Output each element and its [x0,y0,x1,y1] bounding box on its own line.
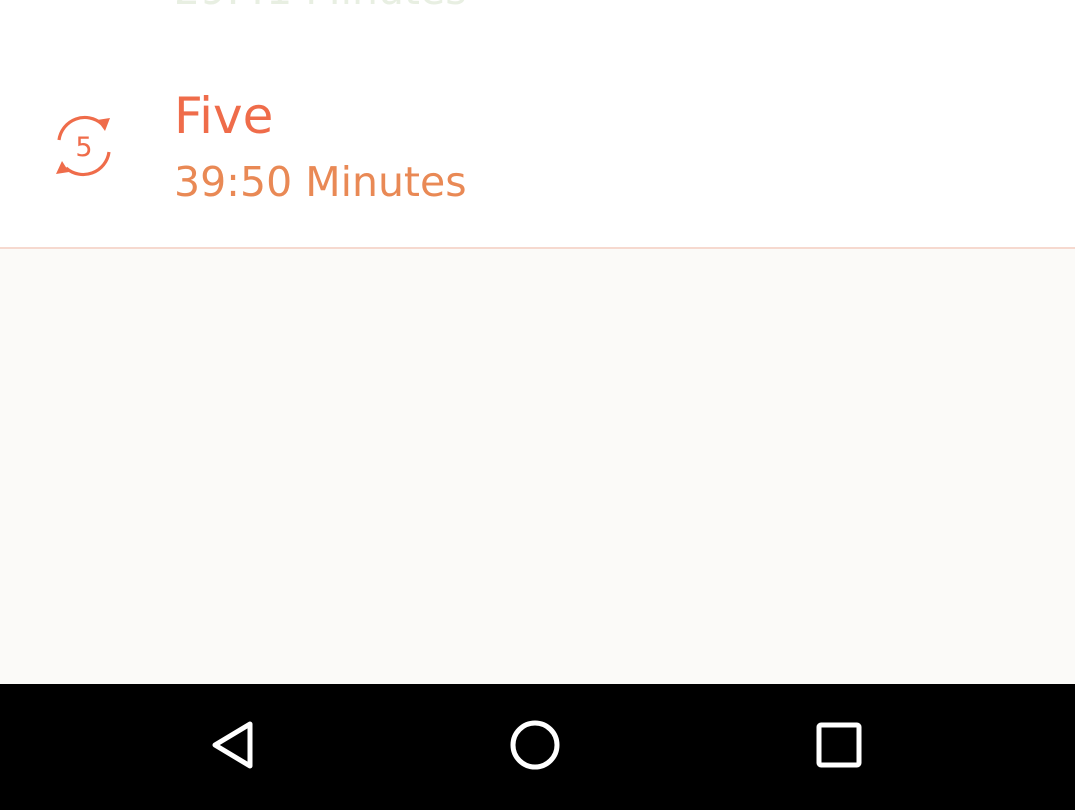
home-button[interactable] [487,699,583,795]
list-item-partial[interactable]: 29:41 Minutes [0,0,1075,40]
replay-5-number: 5 [75,132,92,163]
recents-button[interactable] [791,699,887,795]
system-navigation-bar [0,684,1075,810]
session-list: 29:41 Minutes 5 Five 39:50 Minutes [0,0,1075,684]
list-item-subtitle: 39:50 Minutes [174,158,467,206]
list-item-subtitle: 29:41 Minutes [174,0,467,14]
back-triangle-icon [207,718,259,776]
home-circle-icon [507,717,563,777]
list-divider [0,247,1075,249]
list-item-title: Five [174,87,274,145]
list-item-five[interactable]: 5 Five 39:50 Minutes [0,40,1075,247]
back-button[interactable] [185,699,281,795]
replay-5-icon: 5 [50,112,118,180]
recents-square-icon [813,719,865,775]
